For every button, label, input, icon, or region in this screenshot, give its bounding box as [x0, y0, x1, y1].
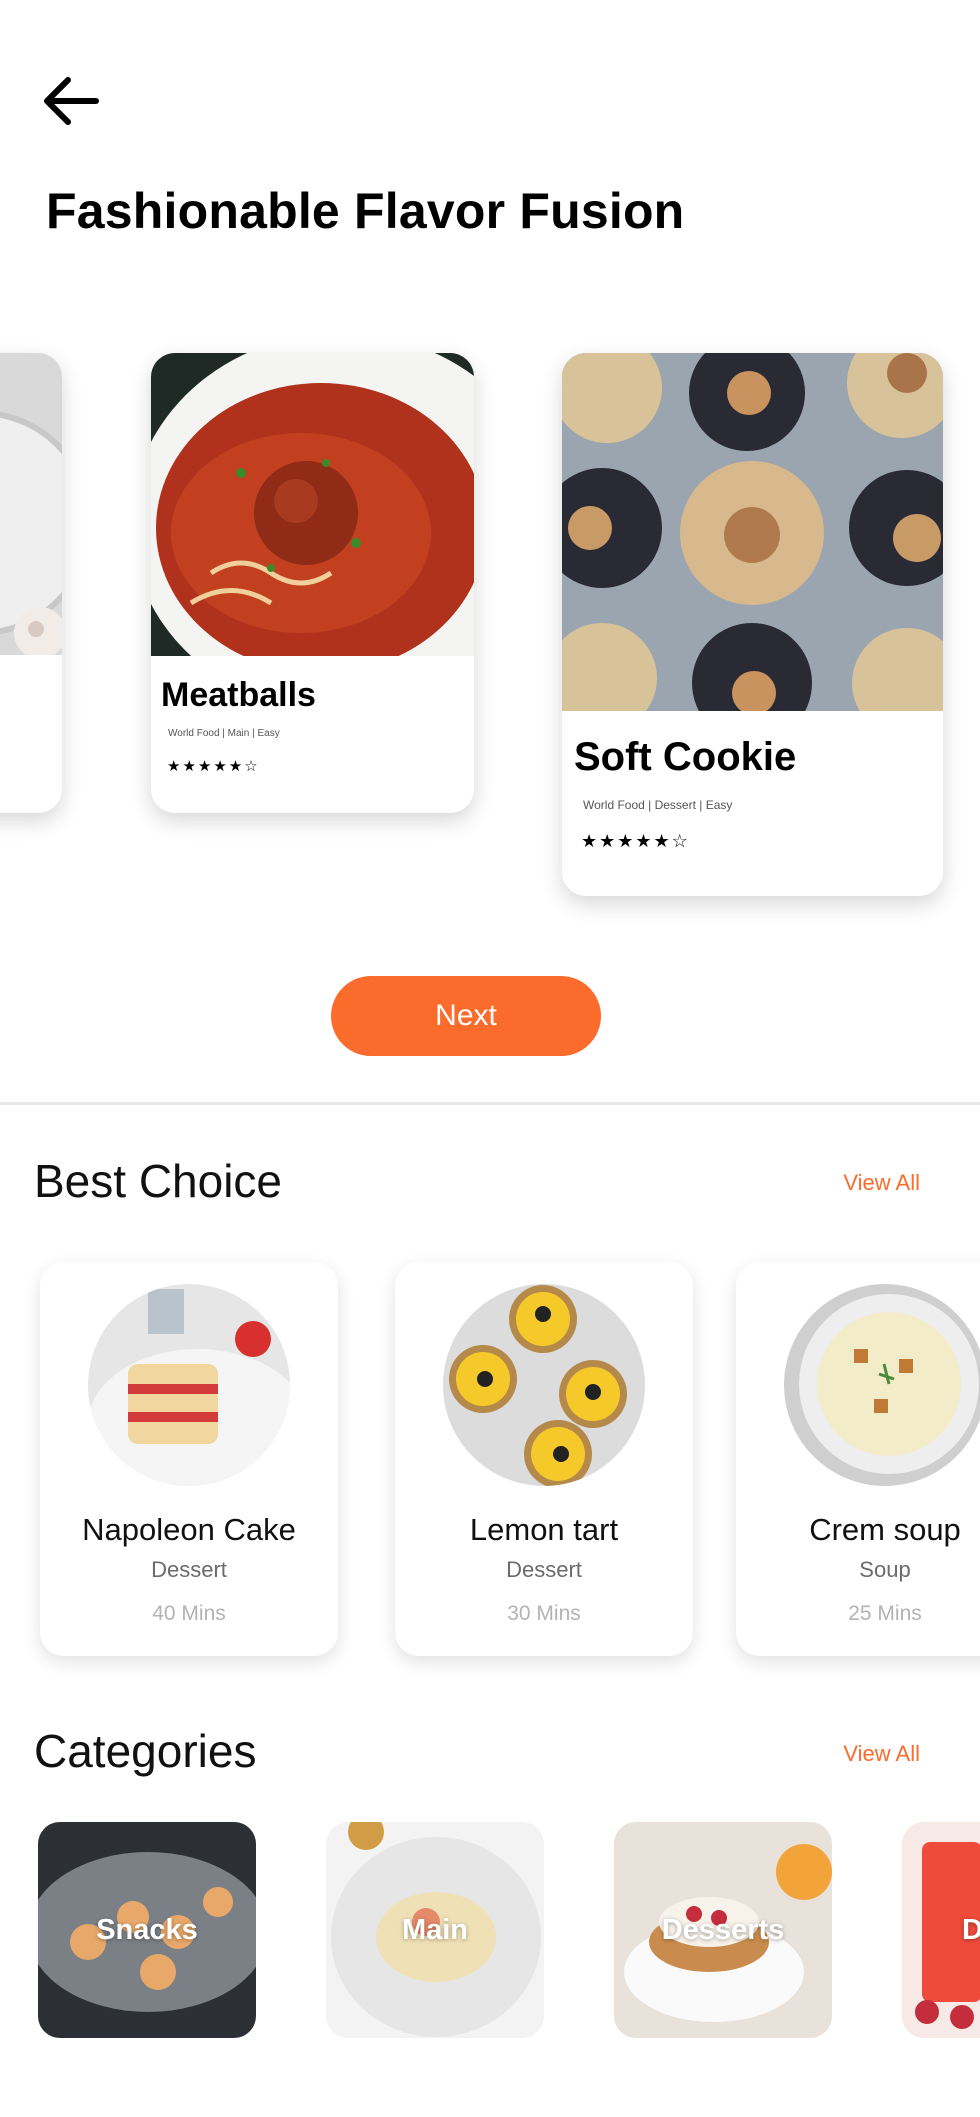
recipe-card[interactable]: Meatballs World Food | Main | Easy ★★★★★… [151, 353, 474, 813]
recipe-name: Soft Cookie [574, 735, 797, 779]
star-rating: ★★★★★☆ [581, 831, 690, 851]
dish-type: Dessert [151, 1557, 227, 1582]
recipe-card[interactable]: Soft Cookie World Food | Dessert | Easy … [562, 353, 943, 896]
best-choice-card[interactable]: Lemon tart Dessert 30 Mins [395, 1262, 693, 1656]
category-label: Desserts [661, 1913, 785, 1946]
dish-time: 30 Mins [507, 1602, 581, 1625]
dish-type: Dessert [506, 1557, 582, 1582]
category-card-main[interactable]: Main [326, 1822, 544, 2038]
recipe-name: Meatballs [161, 676, 316, 714]
best-choice-title: Best Choice [34, 1155, 283, 1207]
category-card-drinks[interactable]: D [902, 1822, 980, 2038]
dish-name: Crem soup [809, 1512, 961, 1547]
dish-image [88, 1284, 290, 1486]
dish-name: Lemon tart [469, 1512, 619, 1547]
category-card-snacks[interactable]: Snacks [38, 1822, 256, 2038]
recipe-image [0, 353, 62, 655]
next-button[interactable]: Next [331, 976, 601, 1056]
category-label: D [962, 1913, 980, 1946]
recipe-image [151, 353, 474, 656]
back-button[interactable] [38, 70, 104, 134]
recipe-page: Fashionable Flavor Fusion Meatballs Worl… [0, 0, 980, 2117]
categories-view-all-link[interactable]: View All [843, 1741, 920, 1767]
recipe-card-partial[interactable] [0, 353, 62, 813]
star-rating: ★★★★★☆ [167, 758, 260, 775]
best-choice-view-all-link[interactable]: View All [843, 1170, 920, 1196]
recipe-meta: World Food | Dessert | Easy [583, 798, 733, 812]
recipe-meta: World Food | Main | Easy [168, 728, 280, 739]
category-card-desserts[interactable]: Desserts [614, 1822, 832, 2038]
page-title: Fashionable Flavor Fusion [46, 183, 685, 239]
dish-image [784, 1284, 980, 1486]
dish-name: Napoleon Cake [82, 1512, 296, 1547]
best-choice-card[interactable]: Crem soup Soup 25 Mins [736, 1262, 980, 1656]
categories-title: Categories [34, 1725, 257, 1777]
dish-image [443, 1284, 645, 1486]
best-choice-card[interactable]: Napoleon Cake Dessert 40 Mins [40, 1262, 338, 1656]
section-divider [0, 1102, 980, 1105]
dish-time: 40 Mins [152, 1602, 226, 1625]
dish-time: 25 Mins [848, 1602, 922, 1625]
arrow-left-icon [44, 77, 99, 125]
category-label: Main [401, 1913, 469, 1946]
dish-type: Soup [859, 1557, 911, 1582]
recipe-image [562, 353, 943, 711]
category-label: Snacks [96, 1913, 198, 1946]
